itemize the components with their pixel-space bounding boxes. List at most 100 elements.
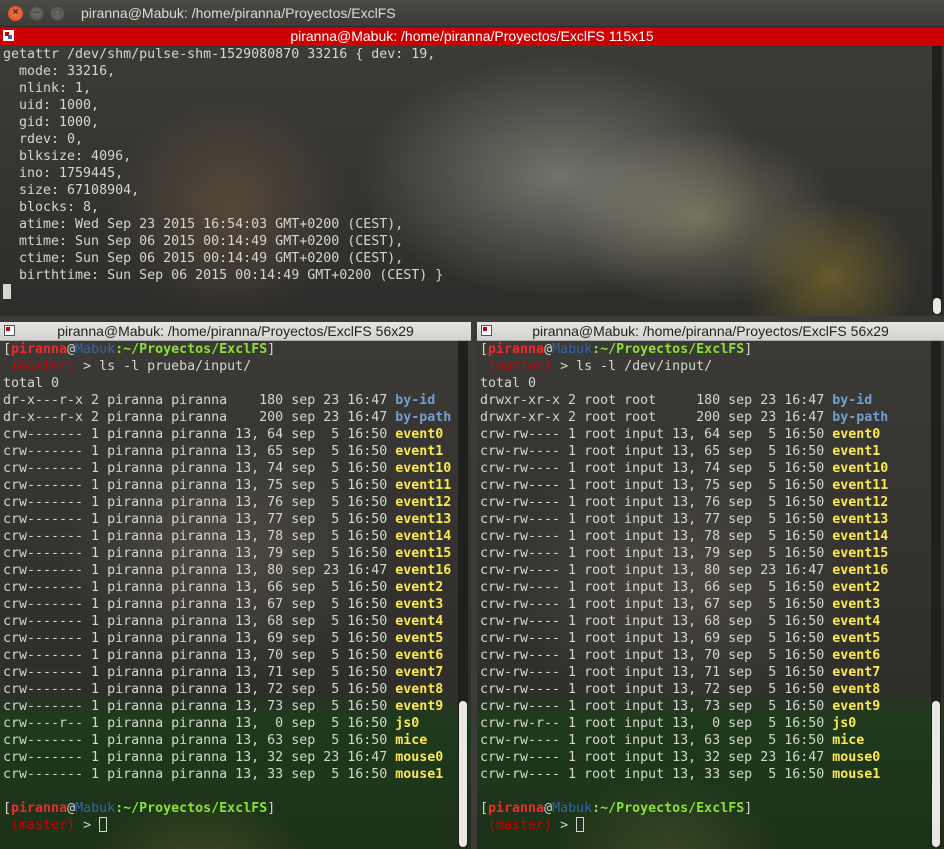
scrollbar-top[interactable]	[932, 46, 942, 314]
list-item: crw-rw---- 1 root input 13, 72 sep 5 16:…	[480, 681, 932, 698]
command-text: ls -l prueba/input/	[99, 359, 252, 374]
device-name: event3	[395, 597, 444, 612]
device-name: event1	[395, 444, 444, 459]
prompt-path: :~/Proyectos/ExclFS	[592, 801, 745, 816]
device-name: event16	[832, 563, 889, 578]
prompt-host: Mabuk	[552, 801, 593, 816]
text-cursor[interactable]	[576, 817, 585, 832]
pane-titlebar-left[interactable]: piranna@Mabuk: /home/piranna/Proyectos/E…	[0, 322, 471, 341]
file-meta: drwxr-xr-x 2 root root 200 sep 23 16:47	[480, 410, 833, 425]
list-item: dr-x---r-x 2 piranna piranna 180 sep 23 …	[3, 392, 459, 409]
file-meta: crw------- 1 piranna piranna 13, 72 sep …	[3, 682, 396, 697]
device-name: js0	[395, 716, 420, 731]
terminal-pane-left[interactable]: piranna@Mabuk: /home/piranna/Proyectos/E…	[0, 322, 471, 849]
list-item: crw------- 1 piranna piranna 13, 77 sep …	[3, 511, 459, 528]
file-meta: crw------- 1 piranna piranna 13, 73 sep …	[3, 699, 396, 714]
file-meta: crw-rw---- 1 root input 13, 32 sep 23 16…	[480, 750, 833, 765]
file-meta: crw------- 1 piranna piranna 13, 68 sep …	[3, 614, 396, 629]
device-name: event7	[395, 665, 444, 680]
list-item: crw------- 1 piranna piranna 13, 80 sep …	[3, 562, 459, 579]
prompt-at: @	[67, 342, 76, 357]
list-item: crw------- 1 piranna piranna 13, 67 sep …	[3, 596, 459, 613]
prompt-path: :~/Proyectos/ExclFS	[115, 342, 268, 357]
device-name: event13	[395, 512, 452, 527]
file-meta: crw------- 1 piranna piranna 13, 80 sep …	[3, 563, 396, 578]
prompt-user: piranna	[11, 342, 68, 357]
scrollbar-thumb-left[interactable]	[459, 701, 467, 847]
terminal-pane-right[interactable]: piranna@Mabuk: /home/piranna/Proyectos/E…	[477, 322, 944, 849]
scrollbar-thumb-right[interactable]	[932, 701, 940, 847]
output-line: mode: 33216,	[3, 64, 116, 79]
file-meta: crw-rw---- 1 root input 13, 67 sep 5 16:…	[480, 597, 833, 612]
list-item: crw------- 1 piranna piranna 13, 64 sep …	[3, 426, 459, 443]
command-line: (master) >	[480, 817, 932, 834]
device-name: event2	[832, 580, 881, 595]
file-meta: crw-rw---- 1 root input 13, 72 sep 5 16:…	[480, 682, 833, 697]
list-item: crw-rw---- 1 root input 13, 69 sep 5 16:…	[480, 630, 932, 647]
window-titlebar: × – □ piranna@Mabuk: /home/piranna/Proye…	[0, 0, 944, 27]
total-line: total 0	[3, 376, 60, 391]
file-meta: drwxr-xr-x 2 root root 180 sep 23 16:47	[480, 393, 833, 408]
prompt-bracket-close: ]	[267, 342, 276, 357]
list-item: crw-rw-r-- 1 root input 13, 0 sep 5 16:5…	[480, 715, 932, 732]
scrollbar-thumb-top[interactable]	[933, 298, 941, 314]
file-meta: crw-rw---- 1 root input 13, 75 sep 5 16:…	[480, 478, 833, 493]
maximize-window-button[interactable]: □	[50, 5, 65, 21]
scrollbar-right[interactable]	[931, 341, 941, 847]
file-meta: dr-x---r-x 2 piranna piranna 200 sep 23 …	[3, 410, 396, 425]
output-line: nlink: 1,	[3, 81, 92, 96]
output-line: blksize: 4096,	[3, 149, 132, 164]
file-meta: crw----r-- 1 piranna piranna 13, 0 sep 5…	[3, 716, 396, 731]
device-name: event16	[395, 563, 452, 578]
device-name: mouse1	[832, 767, 881, 782]
file-meta: crw------- 1 piranna piranna 13, 75 sep …	[3, 478, 396, 493]
list-item: crw-rw---- 1 root input 13, 76 sep 5 16:…	[480, 494, 932, 511]
file-meta: crw------- 1 piranna piranna 13, 71 sep …	[3, 665, 396, 680]
pane-title-right: piranna@Mabuk: /home/piranna/Proyectos/E…	[532, 323, 889, 339]
device-name: event9	[395, 699, 444, 714]
prompt-line: [piranna@Mabuk:~/Proyectos/ExclFS]	[3, 341, 459, 358]
device-name: event10	[832, 461, 889, 476]
device-name: event15	[832, 546, 889, 561]
list-item: crw-rw---- 1 root input 13, 78 sep 5 16:…	[480, 528, 932, 545]
terminal-pane-top[interactable]: piranna@Mabuk: /home/piranna/Proyectos/E…	[0, 27, 944, 316]
device-name: event0	[395, 427, 444, 442]
device-name: event11	[395, 478, 452, 493]
directory-name: by-id	[395, 393, 436, 408]
list-item: crw------- 1 piranna piranna 13, 69 sep …	[3, 630, 459, 647]
prompt-path: :~/Proyectos/ExclFS	[592, 342, 745, 357]
file-meta: crw-rw---- 1 root input 13, 63 sep 5 16:…	[480, 733, 833, 748]
prompt-bracket-open: [	[3, 342, 12, 357]
output-line: birthtime: Sun Sep 06 2015 00:14:49 GMT+…	[3, 268, 444, 283]
file-meta: crw-rw-r-- 1 root input 13, 0 sep 5 16:5…	[480, 716, 833, 731]
device-name: event5	[395, 631, 444, 646]
pane-titlebar-top[interactable]: piranna@Mabuk: /home/piranna/Proyectos/E…	[0, 27, 944, 45]
file-meta: crw-rw---- 1 root input 13, 73 sep 5 16:…	[480, 699, 833, 714]
scrollbar-left[interactable]	[458, 341, 468, 847]
list-item: crw-rw---- 1 root input 13, 66 sep 5 16:…	[480, 579, 932, 596]
file-meta: crw-rw---- 1 root input 13, 74 sep 5 16:…	[480, 461, 833, 476]
text-cursor[interactable]	[3, 284, 11, 299]
prompt-arrow: >	[552, 359, 577, 374]
file-meta: crw-rw---- 1 root input 13, 69 sep 5 16:…	[480, 631, 833, 646]
list-item: crw------- 1 piranna piranna 13, 74 sep …	[3, 460, 459, 477]
list-item: crw------- 1 piranna piranna 13, 72 sep …	[3, 681, 459, 698]
device-name: event15	[395, 546, 452, 561]
minimize-window-button[interactable]: –	[29, 5, 44, 21]
prompt-host: Mabuk	[552, 342, 593, 357]
prompt-arrow: >	[552, 818, 577, 833]
list-item: drwxr-xr-x 2 root root 180 sep 23 16:47 …	[480, 392, 932, 409]
terminal-output-left: [piranna@Mabuk:~/Proyectos/ExclFS] (mast…	[3, 341, 459, 834]
close-window-button[interactable]: ×	[8, 5, 23, 21]
device-name: event6	[832, 648, 881, 663]
device-name: event11	[832, 478, 889, 493]
directory-name: by-path	[395, 410, 452, 425]
output-line: uid: 1000,	[3, 98, 100, 113]
file-meta: crw------- 1 piranna piranna 13, 70 sep …	[3, 648, 396, 663]
pane-titlebar-right[interactable]: piranna@Mabuk: /home/piranna/Proyectos/E…	[477, 322, 944, 341]
list-item: crw-rw---- 1 root input 13, 75 sep 5 16:…	[480, 477, 932, 494]
device-name: event2	[395, 580, 444, 595]
text-cursor[interactable]	[99, 817, 108, 832]
device-name: js0	[832, 716, 857, 731]
file-meta: crw-rw---- 1 root input 13, 70 sep 5 16:…	[480, 648, 833, 663]
